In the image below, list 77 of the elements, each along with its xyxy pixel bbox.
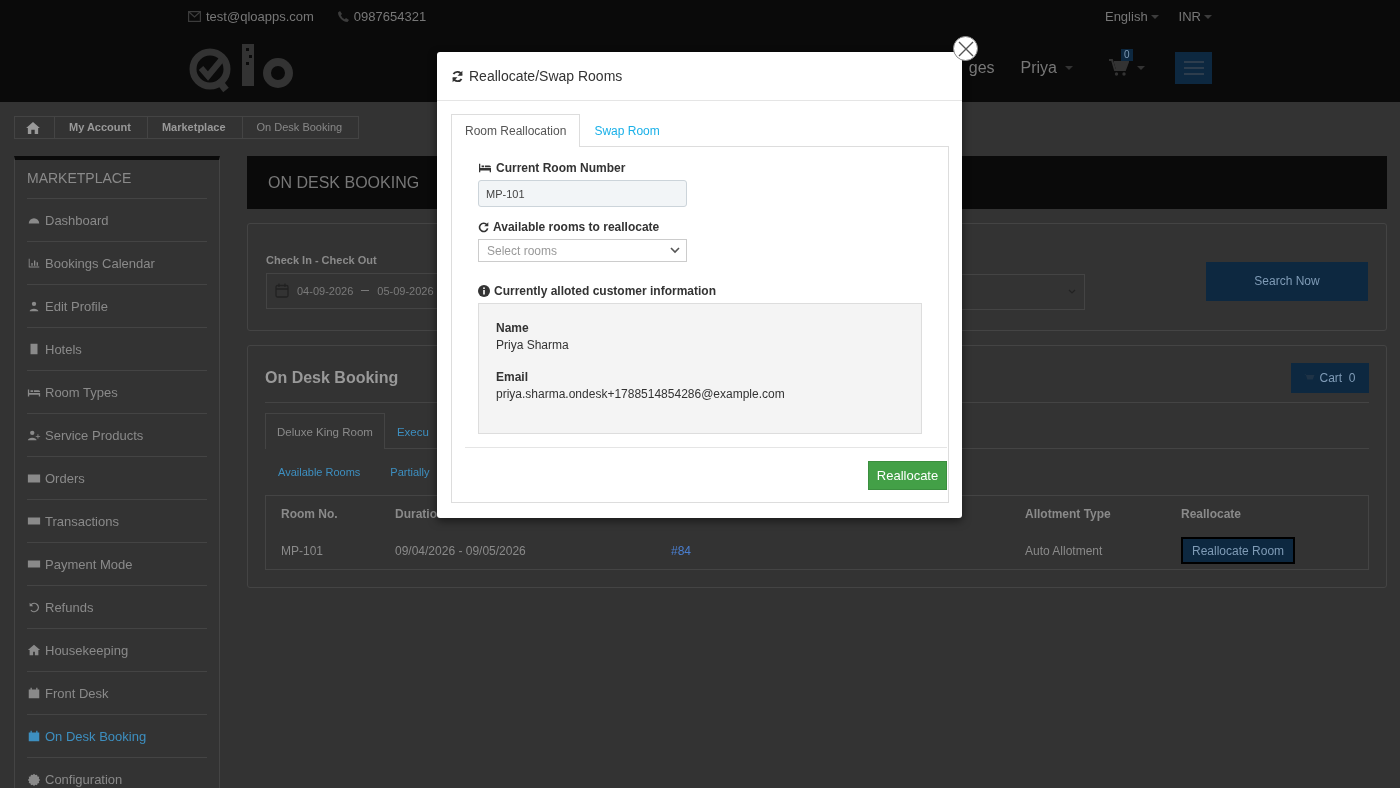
contact-email[interactable]: test@qloapps.com: [206, 9, 314, 24]
cart-count-badge: 0: [1121, 49, 1133, 61]
table-cell-text: MP-101: [281, 543, 325, 558]
chevron-down-icon: [670, 247, 680, 254]
column-header: Reallocate: [1181, 507, 1243, 521]
menu-icon: [1183, 60, 1204, 75]
info-icon: [478, 285, 490, 297]
bed-icon: [478, 162, 492, 174]
sidebar-heading: MARKETPLACE: [27, 160, 207, 199]
envelope-icon: [188, 11, 201, 22]
rooms-select[interactable]: Select rooms: [478, 239, 687, 262]
sidebar-item[interactable]: Refunds: [27, 586, 207, 629]
currency-dropdown[interactable]: INR: [1178, 9, 1212, 24]
refresh-icon: [451, 69, 464, 83]
order-link[interactable]: #84: [671, 543, 853, 558]
sidebar-item[interactable]: Housekeeping: [27, 629, 207, 672]
sidebar-item[interactable]: Transactions: [27, 500, 207, 543]
page-title: ON DESK BOOKING: [268, 173, 420, 192]
contact-phone[interactable]: 0987654321: [353, 9, 427, 24]
room-status-tab[interactable]: Partially: [390, 466, 430, 478]
language-dropdown[interactable]: English: [1104, 9, 1159, 24]
room-status-tab[interactable]: Available Rooms: [278, 466, 361, 478]
search-button[interactable]: Search Now: [1206, 261, 1368, 301]
breadcrumb-link[interactable]: Marketplace: [146, 117, 242, 138]
phone-icon: [337, 11, 349, 22]
info-value: priya.sharma.ondesk+1788514854286@example.com: [496, 387, 786, 401]
sidebar-item[interactable]: Bookings Calendar: [27, 242, 207, 285]
sidebar-item[interactable]: Hotels: [27, 328, 207, 371]
user-icon: [27, 299, 41, 313]
section-label: Currently alloted customer information: [494, 284, 717, 298]
breadcrumb-current: On Desk Booking: [241, 117, 359, 138]
bar-chart-icon: [27, 256, 41, 270]
cart-button[interactable]: Cart 0: [1291, 363, 1369, 393]
info-label: Name: [496, 321, 530, 335]
logo[interactable]: [188, 41, 296, 94]
field-label: Current Room Number: [496, 161, 626, 175]
room-number-field[interactable]: MP-101: [478, 180, 687, 207]
info-label: Email: [496, 370, 529, 384]
column-header: Room No.: [281, 507, 339, 521]
sidebar-item[interactable]: Front Desk: [27, 672, 207, 715]
undo-icon: [27, 600, 41, 614]
refresh-icon: [478, 221, 489, 233]
sidebar-item[interactable]: Orders: [27, 457, 207, 500]
info-value: Priya Sharma: [496, 338, 570, 352]
sidebar-item[interactable]: On Desk Booking: [27, 715, 207, 758]
home-icon[interactable]: [26, 121, 40, 134]
dialog-tab[interactable]: Swap Room: [580, 114, 674, 147]
column-header: Allotment Type: [1025, 507, 1112, 521]
reallocate-room-button[interactable]: Reallocate Room: [1181, 537, 1296, 564]
nav-link[interactable]: ges: [968, 58, 995, 77]
sidebar-item[interactable]: Payment Mode: [27, 543, 207, 586]
sidebar-item[interactable]: Edit Profile: [27, 285, 207, 328]
calendar-icon: [27, 729, 41, 743]
reallocate-button[interactable]: Reallocate: [868, 461, 947, 490]
column-header: Duratio: [395, 507, 438, 521]
field-label: Available rooms to reallocate: [493, 220, 660, 234]
user-menu[interactable]: Priya: [1020, 58, 1073, 77]
caret-icon[interactable]: [1137, 65, 1145, 70]
sidebar-item[interactable]: Configuration: [27, 758, 207, 788]
menu-button[interactable]: [1175, 51, 1212, 84]
section-heading: On Desk Booking: [265, 369, 399, 387]
user-plus-icon: [27, 428, 41, 442]
dialog-title: Reallocate/Swap Rooms: [469, 68, 623, 84]
date-range-label: Check In - Check Out: [266, 253, 378, 266]
room-type-tab[interactable]: Execu: [384, 413, 441, 449]
sidebar-item[interactable]: Dashboard: [27, 199, 207, 242]
sidebar-item[interactable]: Service Products: [27, 414, 207, 457]
table-cell-text: Auto Allotment: [1025, 543, 1104, 558]
home-icon: [27, 643, 41, 657]
table-cell-text: 09/04/2026 - 09/05/2026: [395, 543, 527, 558]
room-type-tab[interactable]: Deluxe King Room: [265, 413, 385, 449]
cart-icon[interactable]: [1109, 59, 1129, 76]
calendar-icon: [27, 686, 41, 700]
breadcrumb-link[interactable]: My Account: [54, 117, 147, 138]
sidebar-item[interactable]: Room Types: [27, 371, 207, 414]
dialog-tab[interactable]: Room Reallocation: [451, 114, 581, 147]
gear-icon: [27, 772, 41, 786]
